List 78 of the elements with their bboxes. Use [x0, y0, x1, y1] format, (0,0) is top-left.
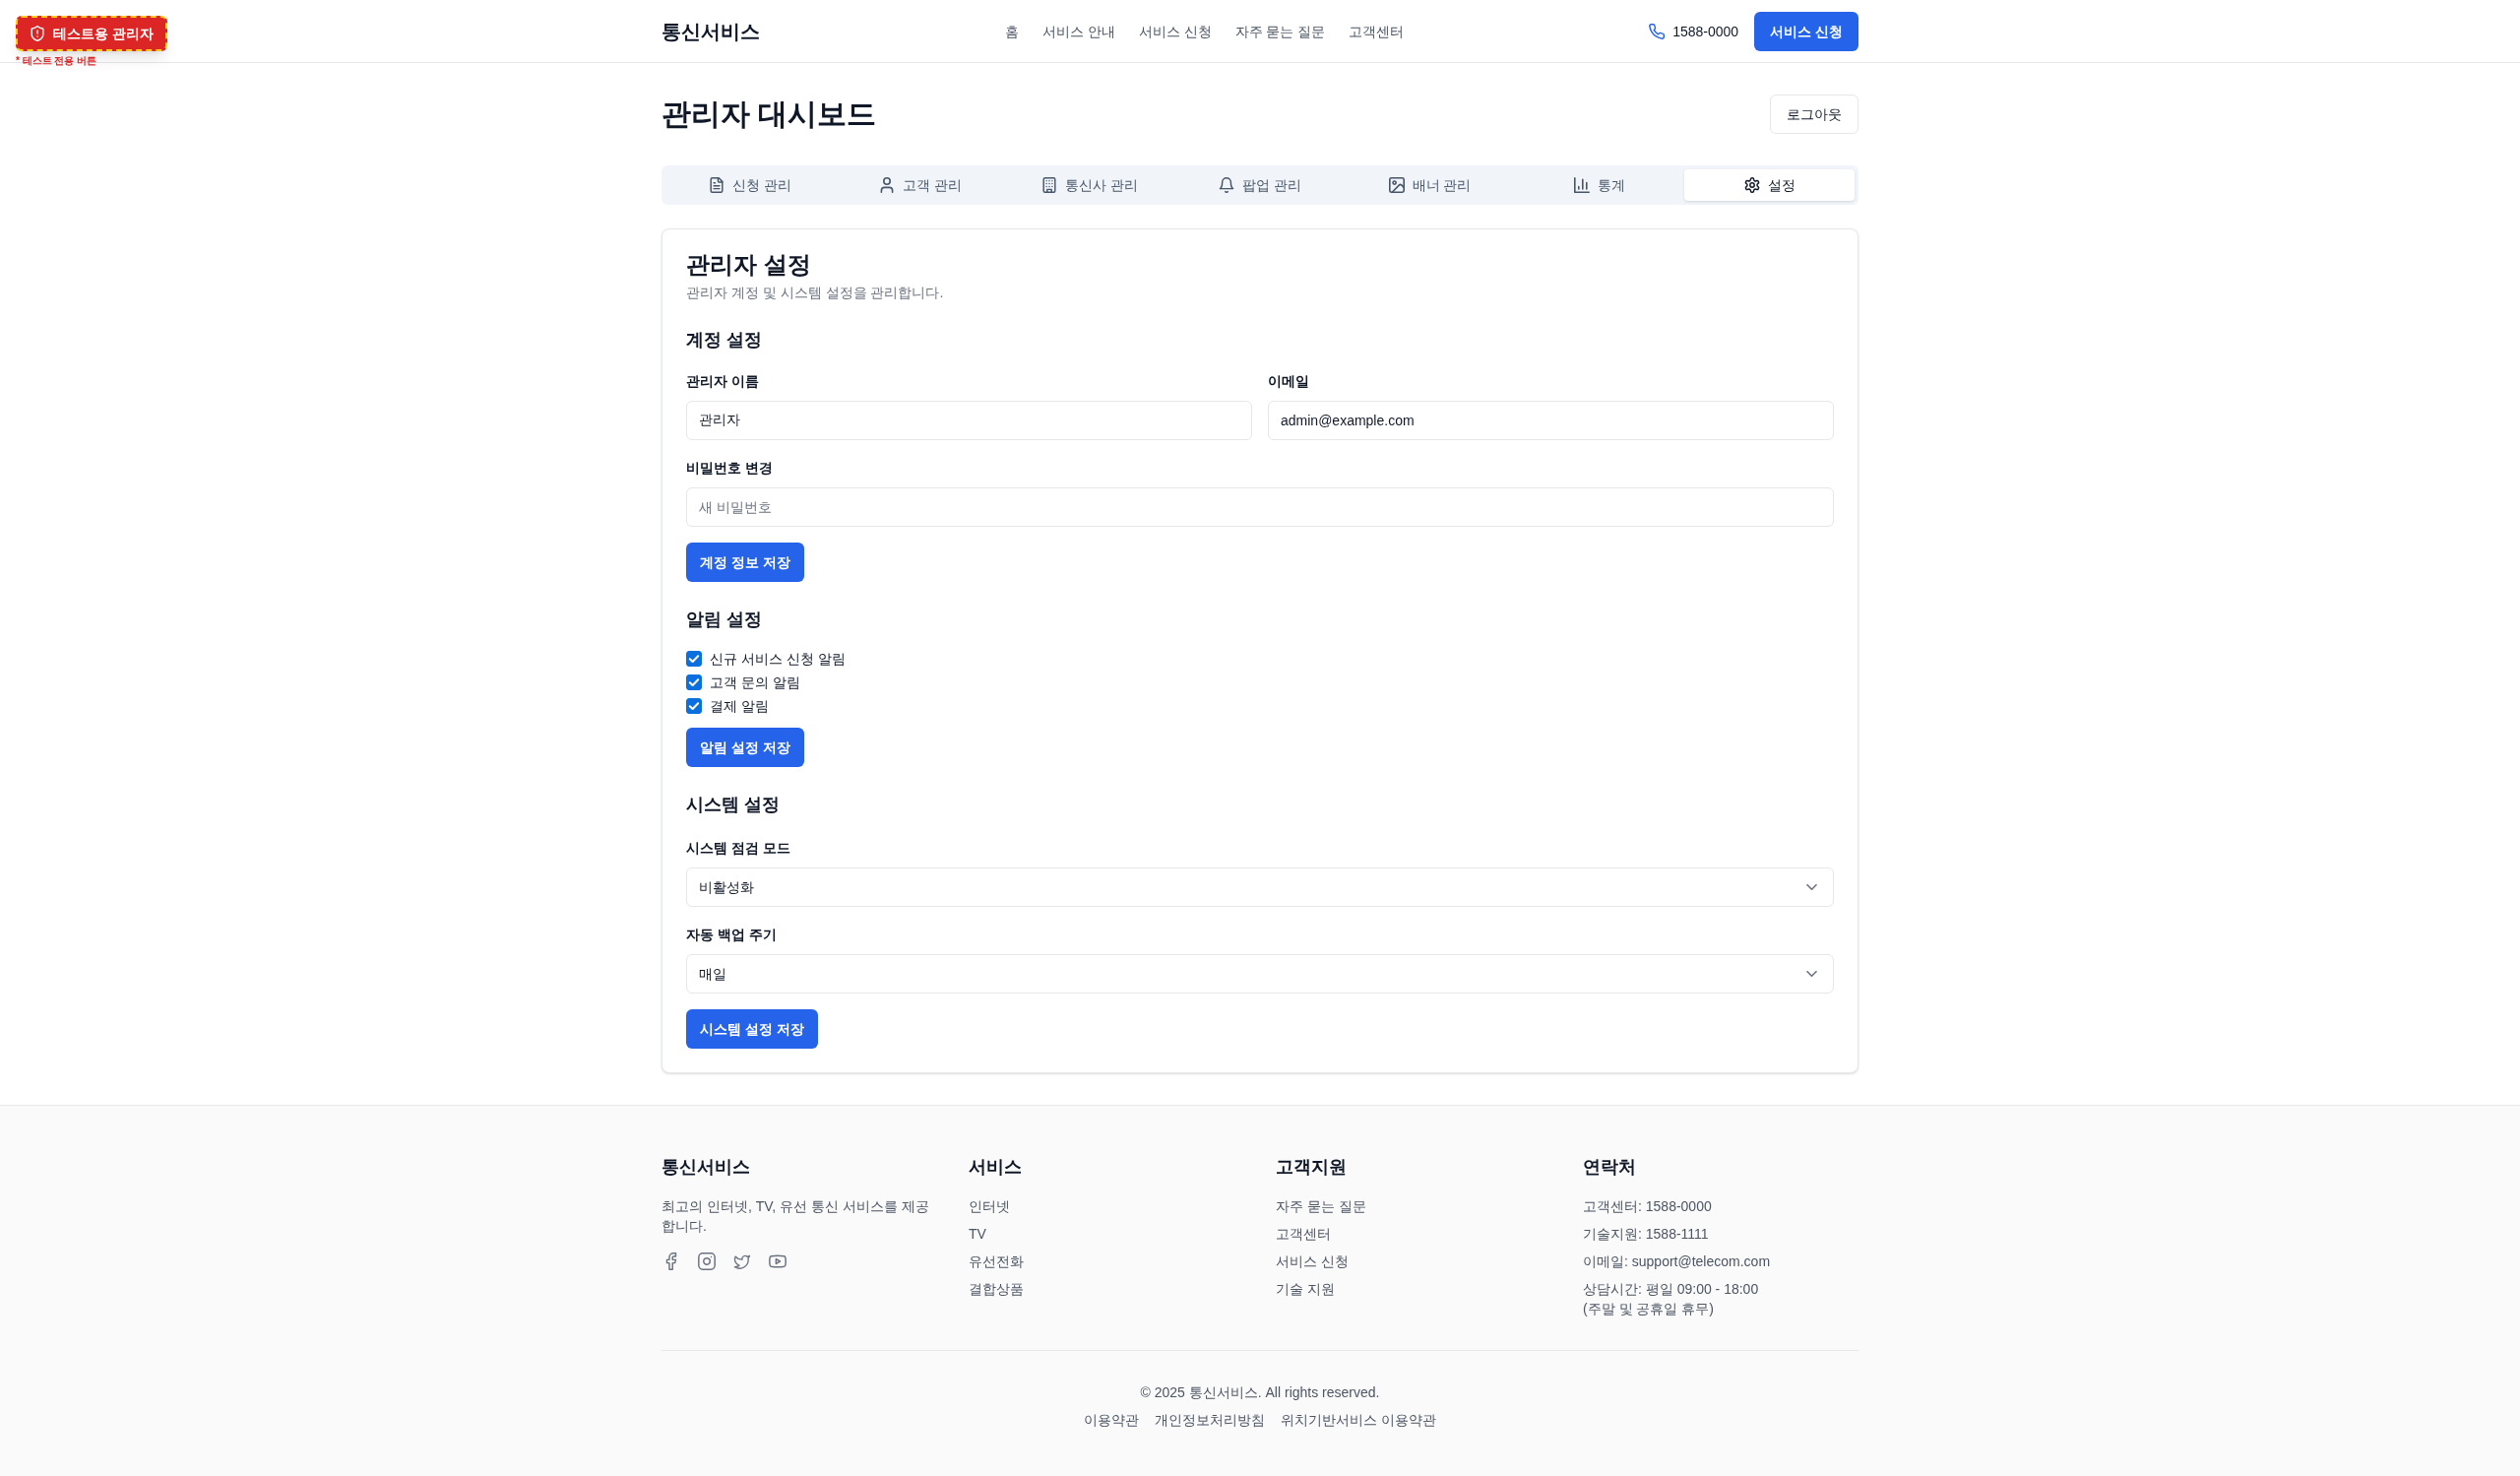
checkbox[interactable]	[686, 651, 702, 667]
tab[interactable]: 고객 관리	[835, 169, 1006, 201]
building-icon	[1041, 177, 1058, 193]
settings-icon	[1743, 177, 1760, 193]
chevron-down-icon	[1806, 971, 1817, 977]
user-icon	[878, 177, 895, 193]
bar-chart-icon	[1574, 177, 1591, 193]
section-heading: 계정 설정	[686, 329, 763, 352]
footer-link[interactable]: 고객센터	[1276, 1224, 1331, 1244]
legal-link[interactable]: 개인정보처리방침	[1155, 1410, 1266, 1430]
test-admin-badge: 테스트용 관리자	[16, 16, 167, 51]
card-description: 관리자 계정 및 시스템 설정을 관리합니다.	[686, 284, 945, 302]
phone-number: 1588-0000	[1672, 22, 1739, 41]
contact-info: 기술지원: 1588-1111	[1583, 1225, 1710, 1244]
image-icon	[1388, 177, 1405, 193]
field-label: 관리자 이름	[686, 372, 760, 391]
youtube-icon[interactable]	[769, 1252, 787, 1270]
footer-heading: 고객지원	[1276, 1156, 1348, 1179]
nav-link[interactable]: 서비스 안내	[1041, 21, 1115, 41]
checkbox[interactable]	[686, 698, 702, 714]
footer-link[interactable]: 유선전화	[969, 1251, 1024, 1271]
bell-icon	[1219, 177, 1235, 193]
field-label: 자동 백업 주기	[686, 926, 778, 944]
tab[interactable]: 팝업 관리	[1174, 169, 1346, 201]
contact-info: 고객센터: 1588-0000	[1583, 1197, 1713, 1216]
input-field[interactable]: admin@example.com	[1268, 401, 1834, 440]
apply-service-button[interactable]: 서비스 신청	[1754, 11, 1858, 51]
dropdown[interactable]: 비활성화	[686, 867, 1834, 907]
card-title: 관리자 설정	[686, 253, 812, 277]
nav-link[interactable]: 고객센터	[1349, 21, 1405, 41]
legal-link[interactable]: 이용약관	[1084, 1410, 1140, 1430]
save-button[interactable]: 시스템 설정 저장	[686, 1009, 818, 1049]
tab[interactable]: 신청 관리	[665, 169, 836, 201]
twitter-icon[interactable]	[733, 1252, 751, 1270]
phone-icon	[1649, 23, 1666, 39]
field-label: 이메일	[1268, 372, 1310, 391]
input-field[interactable]: 새 비밀번호	[686, 487, 1834, 527]
logout-button[interactable]: 로그아웃	[1770, 95, 1858, 134]
document-icon	[709, 177, 725, 193]
footer-link[interactable]: TV	[969, 1224, 986, 1244]
chevron-down-icon	[1806, 884, 1817, 890]
tab[interactable]: 설정	[1684, 169, 1855, 201]
field-label: 비밀번호 변경	[686, 459, 774, 478]
nav-link[interactable]: 서비스 신청	[1138, 21, 1212, 41]
copyright-text: © 2025 통신서비스. All rights reserved.	[1140, 1383, 1380, 1402]
tab[interactable]: 통신사 관리	[1005, 169, 1175, 201]
checkbox-label: 결제 알림	[710, 697, 769, 716]
footer-description: 최고의 인터넷, TV, 유선 통신 서비스를 제공합니다.	[662, 1197, 930, 1236]
contact-info: 상담시간: 평일 09:00 - 18:00 (주말 및 공휴일 휴무)	[1583, 1280, 1760, 1318]
section-heading: 시스템 설정	[686, 794, 781, 816]
page-title: 관리자 대시보드	[662, 96, 877, 132]
section-heading: 알림 설정	[686, 609, 763, 631]
test-version-note: * 테스트 전용 버튼	[16, 55, 97, 67]
tab[interactable]: 배너 관리	[1345, 169, 1515, 201]
checkbox-label: 고객 문의 알림	[710, 674, 800, 692]
nav-link[interactable]: 자주 묻는 질문	[1234, 21, 1326, 41]
footer-heading: 서비스	[969, 1156, 1023, 1179]
footer-heading: 통신서비스	[662, 1156, 751, 1179]
input-field[interactable]: 관리자	[686, 401, 1252, 440]
footer-link[interactable]: 결합상품	[969, 1279, 1024, 1299]
footer-link[interactable]: 서비스 신청	[1276, 1251, 1349, 1271]
brand-name[interactable]: 통신서비스	[662, 17, 760, 45]
footer-link[interactable]: 자주 묻는 질문	[1276, 1196, 1366, 1216]
shield-alert-icon	[30, 26, 45, 41]
save-button[interactable]: 알림 설정 저장	[686, 728, 804, 767]
nav-link[interactable]: 홈	[1004, 21, 1019, 41]
checkbox[interactable]	[686, 674, 702, 690]
tab[interactable]: 통계	[1514, 169, 1685, 201]
dropdown[interactable]: 매일	[686, 954, 1834, 994]
contact-info: 이메일: support@telecom.com	[1583, 1252, 1772, 1271]
footer-heading: 연락처	[1583, 1156, 1637, 1179]
footer-link[interactable]: 인터넷	[969, 1196, 1010, 1216]
field-label: 시스템 점검 모드	[686, 839, 791, 858]
instagram-icon[interactable]	[698, 1252, 716, 1270]
checkbox-label: 신규 서비스 신청 알림	[710, 650, 846, 669]
save-button[interactable]: 계정 정보 저장	[686, 543, 804, 582]
legal-link[interactable]: 위치기반서비스 이용약관	[1281, 1410, 1436, 1430]
footer-link[interactable]: 기술 지원	[1276, 1279, 1335, 1299]
